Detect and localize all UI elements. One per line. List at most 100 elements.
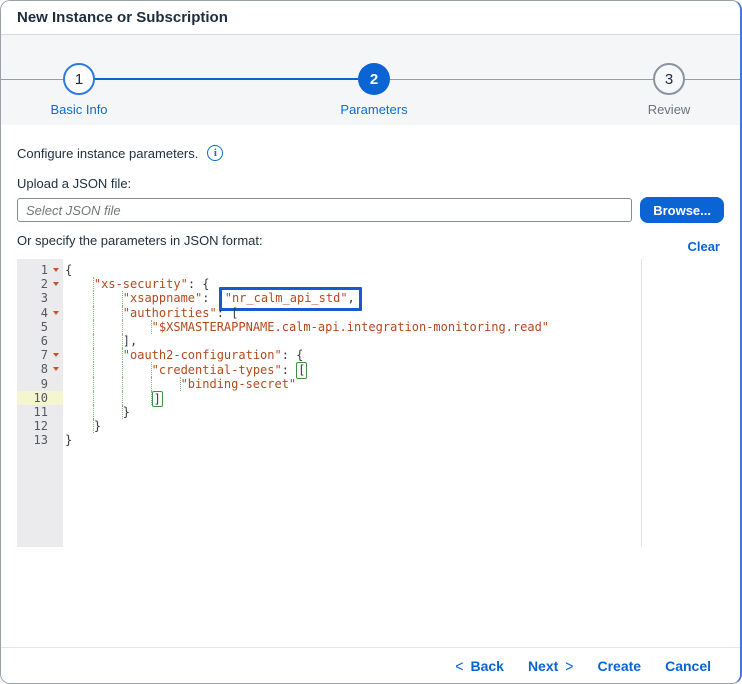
bracket-match-box: ] [152,391,163,407]
indent-guide [123,377,152,391]
code-line-9[interactable]: "binding-secret" [65,377,724,391]
wizard-step-3-number: 3 [665,71,673,88]
gutter-line-8: 8 [17,362,63,376]
line-number: 1 [17,263,48,277]
indent-guide [123,391,152,405]
gutter-line-12: 12 [17,419,63,433]
gutter-line-7: 7 [17,348,63,362]
code-line-11[interactable]: } [65,405,724,419]
gutter-line-6: 6 [17,334,63,348]
dialog-footer: < Back Next > Create Cancel [1,647,740,683]
editor-print-margin [641,259,642,547]
code-line-5[interactable]: "$XSMASTERAPPNAME.calm-api.integration-m… [65,320,724,334]
code-line-1[interactable]: { [65,263,724,277]
indent-guide [94,306,123,320]
indent-guide [65,334,94,348]
wizard-step-2-number: 2 [370,71,378,88]
wizard-step-3-circle[interactable]: 3 [653,63,685,95]
fold-arrow-icon[interactable] [53,282,59,286]
editor-gutter: 12345678910111213 [17,259,63,547]
gutter-line-5: 5 [17,320,63,334]
new-instance-dialog: New Instance or Subscription 1 2 3 Basic… [0,0,742,684]
indent-guide [65,391,94,405]
line-number: 4 [17,306,48,320]
wizard-step-1-number: 1 [75,71,83,88]
indent-guide [65,306,94,320]
indent-guide [123,362,152,376]
code-line-6[interactable]: ], [65,334,724,348]
code-line-7[interactable]: "oauth2-configuration": { [65,348,724,362]
gutter-line-13: 13 [17,433,63,447]
bracket-match-box: [ [296,362,307,378]
dialog-title: New Instance or Subscription [17,9,228,26]
indent-guide [65,362,94,376]
line-number: 10 [17,391,48,405]
wizard-step-1-label[interactable]: Basic Info [50,102,107,117]
next-button[interactable]: Next > [517,658,585,674]
code-line-10[interactable]: ] [65,391,724,405]
indent-guide [94,291,123,305]
gutter-line-10: 10 [17,391,63,405]
line-number: 3 [17,291,48,305]
create-button[interactable]: Create [586,658,652,674]
gutter-line-11: 11 [17,405,63,419]
gutter-line-3: 3 [17,291,63,305]
back-button[interactable]: < Back [444,658,515,674]
line-number: 2 [17,277,48,291]
fold-arrow-icon[interactable] [53,268,59,272]
json-file-input[interactable] [17,198,632,222]
line-number: 12 [17,419,48,433]
indent-guide [94,334,123,348]
wizard-step-3-label[interactable]: Review [648,102,691,117]
clear-button[interactable]: Clear [683,239,724,254]
gutter-line-4: 4 [17,306,63,320]
indent-guide [152,377,181,391]
indent-guide [65,377,94,391]
indent-guide [94,391,123,405]
line-number: 9 [17,377,48,391]
code-line-8[interactable]: "credential-types": [ [65,362,724,376]
gutter-line-2: 2 [17,277,63,291]
gutter-line-9: 9 [17,377,63,391]
or-specify-label: Or specify the parameters in JSON format… [17,232,263,248]
indent-guide [94,362,123,376]
code-line-13[interactable]: } [65,433,724,447]
upload-json-label: Upload a JSON file: [17,176,724,191]
indent-guide [94,320,123,334]
annotation-highlight-box: "nr_calm_api_std", [219,287,362,310]
indent-guide [94,348,123,362]
line-number: 6 [17,334,48,348]
wizard-step-1-circle[interactable]: 1 [63,63,95,95]
indent-guide [65,348,94,362]
code-line-4[interactable]: "authorities": [ [65,306,724,320]
indent-guide [94,377,123,391]
json-code-editor[interactable]: 12345678910111213 {"xs-security": {"xsap… [17,259,724,547]
indent-guide [65,419,94,433]
indent-guide [65,405,94,419]
parameters-step-content: Configure instance parameters. i Upload … [1,145,740,547]
browse-button[interactable]: Browse... [640,197,724,223]
cancel-button[interactable]: Cancel [654,658,722,674]
indent-guide [65,291,94,305]
code-line-3[interactable]: "xsappname": "nr_calm_api_std", [65,291,724,305]
wizard-step-2-label[interactable]: Parameters [340,102,407,117]
code-line-2[interactable]: "xs-security": { [65,277,724,291]
line-number: 11 [17,405,48,419]
indent-guide [65,320,94,334]
fold-arrow-icon[interactable] [53,367,59,371]
fold-arrow-icon[interactable] [53,353,59,357]
chevron-left-icon: < [455,656,463,674]
gutter-line-1: 1 [17,263,63,277]
configure-instruction-text: Configure instance parameters. [17,146,198,161]
wizard-connector-line-completed [79,78,374,80]
dialog-header: New Instance or Subscription [1,1,740,35]
fold-arrow-icon[interactable] [53,311,59,315]
line-number: 5 [17,320,48,334]
indent-guide [65,277,94,291]
wizard-step-2-circle[interactable]: 2 [358,63,390,95]
info-icon[interactable]: i [207,145,223,161]
editor-code[interactable]: {"xs-security": {"xsappname": "nr_calm_a… [63,259,724,547]
chevron-right-icon: > [565,656,573,674]
code-line-12[interactable]: } [65,419,724,433]
wizard-progress-navigator: 1 2 3 Basic Info Parameters Review [1,35,740,125]
